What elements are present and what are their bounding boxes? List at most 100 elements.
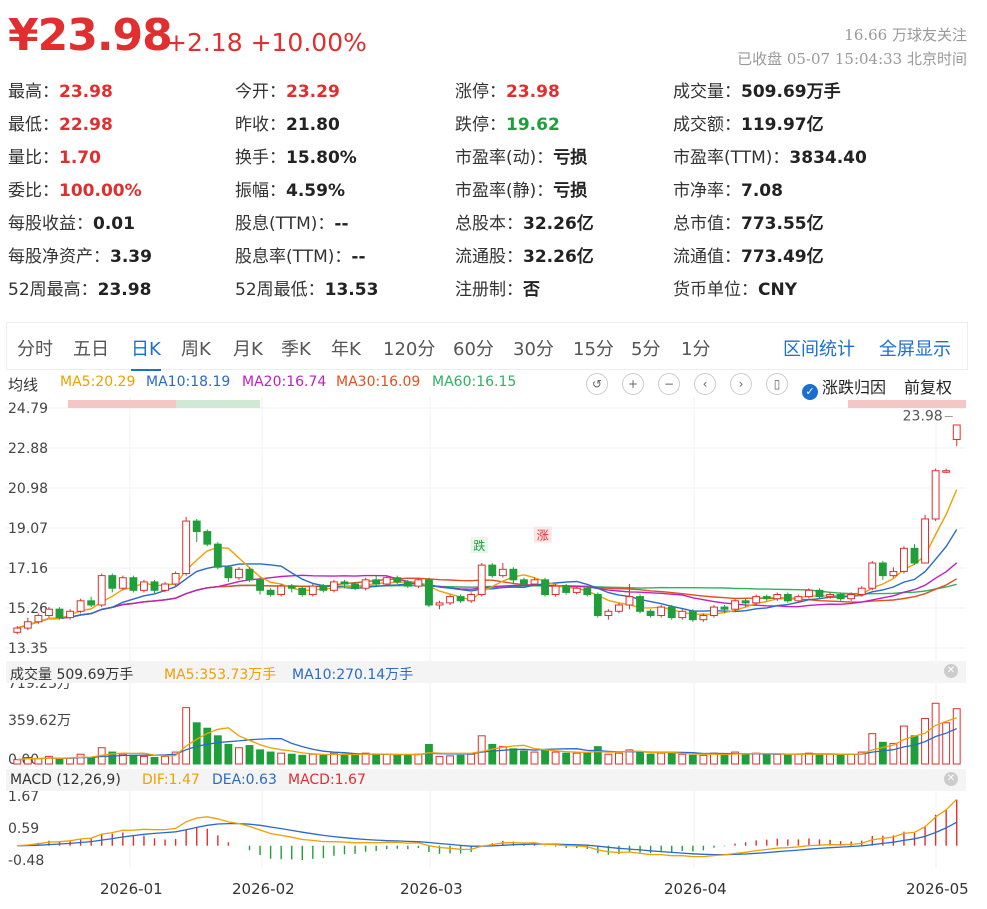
x-label: 2026-02	[232, 880, 295, 898]
quote-label: 市盈率(TTM)：	[673, 148, 790, 168]
tab-6[interactable]: 年K	[331, 335, 361, 361]
dif-label: DIF:1.47	[142, 772, 200, 788]
volume-bar	[509, 748, 518, 765]
candle-body	[678, 610, 687, 619]
candle-body	[66, 610, 74, 619]
quote-label: 货币单位：	[673, 280, 758, 300]
candle-body	[636, 596, 644, 612]
quote-label: 股息率(TTM)：	[235, 247, 352, 267]
candle-body	[593, 594, 602, 616]
volume-bar	[66, 757, 74, 765]
candle-body	[773, 594, 782, 600]
volume-bar	[224, 743, 233, 765]
next-icon[interactable]: ›	[730, 373, 752, 395]
candle-icon[interactable]: ▯	[766, 373, 788, 395]
adjust-type-select[interactable]: 前复权	[904, 374, 952, 398]
candle-body	[931, 470, 940, 520]
candle-body	[414, 579, 423, 587]
ma-legend-item: MA5:20.29	[60, 374, 136, 390]
quote-value: CNY	[758, 280, 798, 300]
candle-body	[699, 614, 708, 621]
close-volume-icon[interactable]: ✕	[944, 664, 958, 678]
tab-12[interactable]: 1分	[681, 335, 710, 361]
candle-body	[108, 575, 117, 589]
range-stats-link[interactable]: 区间统计	[783, 335, 855, 361]
volume-bar	[541, 749, 549, 765]
candle-body	[572, 587, 581, 593]
volume-bar	[530, 751, 539, 765]
candle-body	[498, 568, 507, 577]
volume-bar	[340, 753, 349, 765]
macd-header: MACD (12,26,9) DIF:1.47 DEA:0.63 MACD:1.…	[6, 769, 966, 791]
candle-body	[910, 547, 919, 564]
candle-body	[308, 585, 317, 596]
tab-2[interactable]: 日K	[131, 335, 161, 371]
volume-bar	[741, 753, 750, 765]
kline-chart[interactable]: 24.79 22.88 20.98 19.07 17.16 15.26 13.35 23.98…	[0, 398, 987, 880]
candle-body	[667, 606, 676, 619]
candle-body	[783, 594, 792, 602]
volume-bar	[477, 735, 486, 765]
volume-bar	[245, 745, 254, 765]
macd-value-label: MACD:1.67	[288, 772, 366, 788]
tab-9[interactable]: 30分	[513, 335, 554, 361]
volume-header: 成交量 509.69万手 MA5:353.73万手 MA10:270.14万手 …	[6, 661, 966, 683]
volume-bar	[488, 743, 497, 765]
quote-value: --	[334, 214, 349, 234]
zoom-out-icon[interactable]: −	[658, 373, 680, 395]
zoom-in-icon[interactable]: +	[622, 373, 644, 395]
undo-icon[interactable]: ↺	[586, 373, 608, 395]
tab-11[interactable]: 5分	[631, 335, 660, 361]
quote-label: 每股收益：	[8, 214, 93, 234]
x-label: 2026-03	[400, 880, 463, 898]
quote-label: 昨收：	[235, 115, 286, 135]
macd-axis-label: 0.59	[8, 821, 39, 837]
volume-bar	[826, 753, 834, 765]
down-marker: 跌	[473, 538, 485, 553]
ma-legend-item: MA30:16.09	[336, 374, 421, 390]
volume-bar	[583, 752, 592, 765]
volume-bar	[889, 742, 898, 765]
tab-0[interactable]: 分时	[17, 335, 53, 361]
candle-body	[657, 606, 666, 616]
quote-item: 流通股：32.26亿	[455, 241, 594, 274]
quote-label: 振幅：	[235, 181, 286, 201]
volume-bar	[794, 753, 803, 765]
candle-body	[55, 608, 64, 619]
candle-body	[541, 579, 549, 596]
limit-attribution-checkbox[interactable]: ✓ 涨跌归因	[802, 374, 886, 400]
quote-value: 15.80%	[286, 148, 357, 168]
candle-body	[361, 579, 370, 589]
limit-attribution-label: 涨跌归因	[822, 378, 887, 397]
candle-body	[129, 577, 138, 591]
quote-item: 52周最低：13.53	[235, 274, 378, 307]
quote-value: 32.26亿	[523, 214, 594, 234]
fullscreen-link[interactable]: 全屏显示	[879, 335, 951, 361]
tab-5[interactable]: 季K	[281, 335, 311, 361]
tab-7[interactable]: 120分	[383, 335, 435, 361]
candle-body	[203, 531, 212, 545]
quote-label: 量比：	[8, 148, 59, 168]
volume-bar	[667, 752, 676, 765]
tab-10[interactable]: 15分	[573, 335, 614, 361]
tab-1[interactable]: 五日	[73, 335, 109, 361]
tab-4[interactable]: 月K	[233, 335, 263, 361]
volume-bar	[161, 755, 169, 765]
macd-axis-label: 1.67	[8, 789, 39, 805]
prev-icon[interactable]: ‹	[694, 373, 716, 395]
volume-bar	[910, 735, 919, 765]
quote-label: 总市值：	[673, 214, 741, 234]
price-change: +2.18 +10.00%	[166, 28, 367, 57]
quote-label: 每股净资产：	[8, 247, 110, 267]
chart-toolbar: 均线 MA5:20.29 MA10:18.19 MA20:16.74 MA30:16.0…	[6, 370, 966, 400]
tab-3[interactable]: 周K	[181, 335, 211, 361]
candle-body	[34, 614, 43, 623]
candle-body	[921, 518, 929, 564]
quote-label: 注册制：	[455, 280, 523, 300]
x-label: 2026-05	[906, 880, 969, 898]
volume-label: 成交量 509.69万手	[10, 667, 134, 683]
candle-body	[235, 568, 243, 579]
tab-8[interactable]: 60分	[453, 335, 494, 361]
volume-ma5: MA5:353.73万手	[164, 667, 277, 683]
close-macd-icon[interactable]: ✕	[944, 772, 958, 786]
